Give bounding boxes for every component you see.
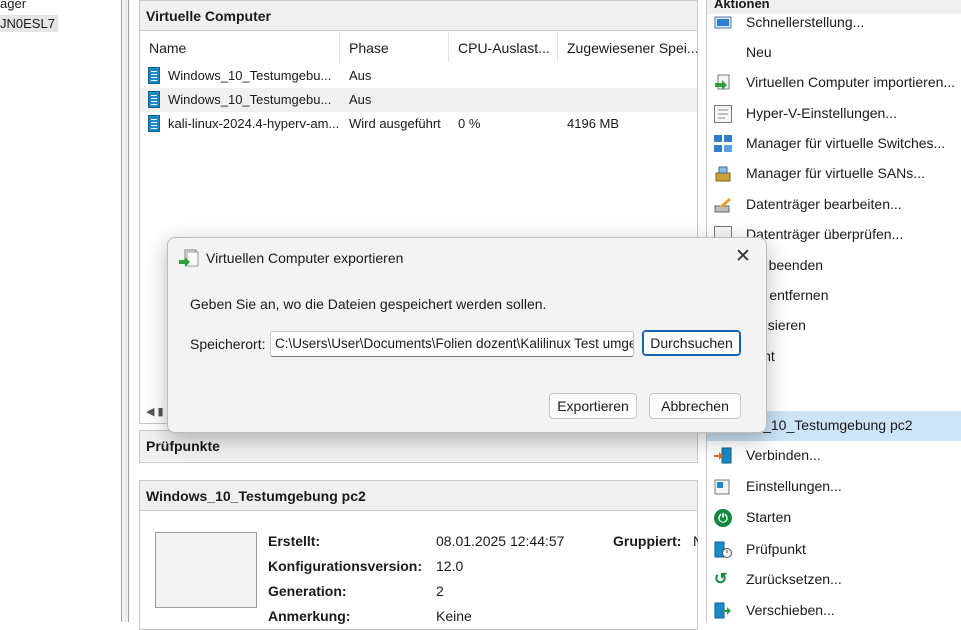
action-label: Verschieben... (746, 602, 835, 618)
table-row[interactable]: Windows_10_Testumgebu... Aus (140, 64, 697, 88)
action-quick-create[interactable]: Schnellerstellung... (707, 8, 961, 38)
start-icon: ⏻ (714, 509, 732, 527)
checkpoints-panel-title: Prüfpunkte (140, 431, 697, 461)
table-row[interactable]: kali-linux-2024.4-hyperv-am... Wird ausg… (140, 112, 697, 136)
vm-name: kali-linux-2024.4-hyperv-am... (168, 116, 340, 131)
config-version-label: Konfigurationsversion: (268, 558, 423, 574)
export-dialog: Virtuellen Computer exportieren ✕ Geben … (167, 237, 767, 433)
column-header-cpu[interactable]: CPU-Auslast... (449, 32, 558, 62)
vm-cpu: 0 % (458, 116, 481, 131)
connect-icon (714, 447, 732, 465)
vm-memory: 4196 MB (567, 116, 620, 131)
created-label: Erstellt: (268, 533, 321, 549)
vm-settings-icon (714, 478, 732, 496)
vm-phase: Aus (349, 92, 372, 107)
vm-icon (148, 115, 160, 132)
vm-phase: Aus (349, 68, 372, 83)
action-label: Einstellungen... (746, 478, 842, 494)
switch-icon (714, 135, 732, 153)
column-header-phase[interactable]: Phase (340, 32, 449, 62)
dialog-title: Virtuellen Computer exportieren (206, 250, 404, 266)
checkpoints-panel: Prüfpunkte (139, 430, 698, 463)
grouped-value: N (693, 533, 698, 549)
action-label: Hyper-V-Einstellungen... (746, 105, 897, 121)
action-label: Datenträger bearbeiten... (746, 196, 902, 212)
tree-item-server[interactable]: JN0ESL7 (0, 15, 58, 32)
action-label: Manager für virtuelle SANs... (746, 165, 925, 181)
grouped-label: Gruppiert: (613, 533, 682, 549)
action-label: Verbinden... (746, 447, 821, 463)
action-edit-disk[interactable]: Datenträger bearbeiten... (707, 190, 961, 220)
checkpoint-icon (714, 541, 732, 559)
reset-icon: ↺ (714, 571, 728, 588)
table-row[interactable]: Windows_10_Testumgebu... Aus (140, 88, 697, 112)
vm-icon (148, 67, 160, 84)
vm-name: Windows_10_Testumgebu... (168, 92, 332, 107)
generation-label: Generation: (268, 583, 347, 599)
vm-phase: Wird ausgeführt (349, 116, 441, 131)
action-virtual-san-manager[interactable]: Manager für virtuelle SANs... (707, 159, 961, 189)
action-virtual-switch-manager[interactable]: Manager für virtuelle Switches... (707, 129, 961, 159)
action-hyperv-settings[interactable]: Hyper-V-Einstellungen... (707, 99, 961, 129)
close-icon[interactable]: ✕ (732, 246, 754, 268)
action-label: Starten (746, 509, 792, 525)
action-checkpoint[interactable]: Prüfpunkt (707, 535, 961, 565)
location-input[interactable]: C:\Users\User\Documents\Folien dozent\Ka… (270, 331, 634, 357)
browse-button[interactable]: Durchsuchen (642, 330, 741, 356)
details-panel-title: Windows_10_Testumgebung pc2 (140, 481, 697, 511)
action-label: Prüfpunkt (746, 541, 806, 557)
dialog-instruction: Geben Sie an, wo die Dateien gespeichert… (190, 296, 547, 312)
action-label: Schnellerstellung... (746, 14, 865, 30)
action-settings[interactable]: Einstellungen... (707, 472, 961, 502)
action-start[interactable]: ⏻ Starten (707, 503, 961, 533)
vm-name: Windows_10_Testumgebu... (168, 68, 332, 83)
vm-thumbnail (155, 532, 257, 608)
action-label: ws_10_Testumgebung pc2 (746, 417, 913, 433)
location-label: Speicherort: (190, 336, 266, 352)
config-version-value: 12.0 (436, 558, 464, 574)
horizontal-scrollbar[interactable]: ◀ ▮ (146, 405, 164, 418)
disk-edit-icon (714, 196, 732, 214)
navigation-tree: ager JN0ESL7 (0, 0, 122, 622)
action-label: Neu (746, 44, 772, 60)
action-label: Datenträger überprüfen... (746, 226, 904, 242)
settings-doc-icon (714, 105, 732, 123)
quick-create-icon (714, 14, 732, 32)
column-header-memory[interactable]: Zugewiesener Spei... (558, 32, 697, 62)
column-header-name[interactable]: Name (140, 32, 340, 62)
action-connect[interactable]: Verbinden... (707, 441, 961, 471)
created-value: 08.01.2025 12:44:57 (436, 533, 565, 549)
tree-item-hyperv-manager[interactable]: ager (0, 0, 29, 12)
export-vm-icon (179, 249, 199, 269)
splitter[interactable] (123, 0, 129, 622)
action-label: Virtuellen Computer importieren... (746, 74, 956, 90)
action-new[interactable]: Neu (707, 38, 961, 68)
san-icon (714, 165, 732, 183)
action-label: Zurücksetzen... (746, 571, 842, 587)
move-icon (714, 602, 732, 620)
action-label: Manager für virtuelle Switches... (746, 135, 946, 151)
cancel-button[interactable]: Abbrechen (649, 393, 741, 419)
vm-panel-title: Virtuelle Computer (140, 1, 697, 31)
generation-value: 2 (436, 583, 444, 599)
export-button[interactable]: Exportieren (549, 393, 637, 419)
action-reset[interactable]: ↺ Zurücksetzen... (707, 565, 961, 595)
vm-icon (148, 91, 160, 108)
action-import-vm[interactable]: Virtuellen Computer importieren... (707, 68, 961, 98)
import-icon (714, 74, 732, 92)
